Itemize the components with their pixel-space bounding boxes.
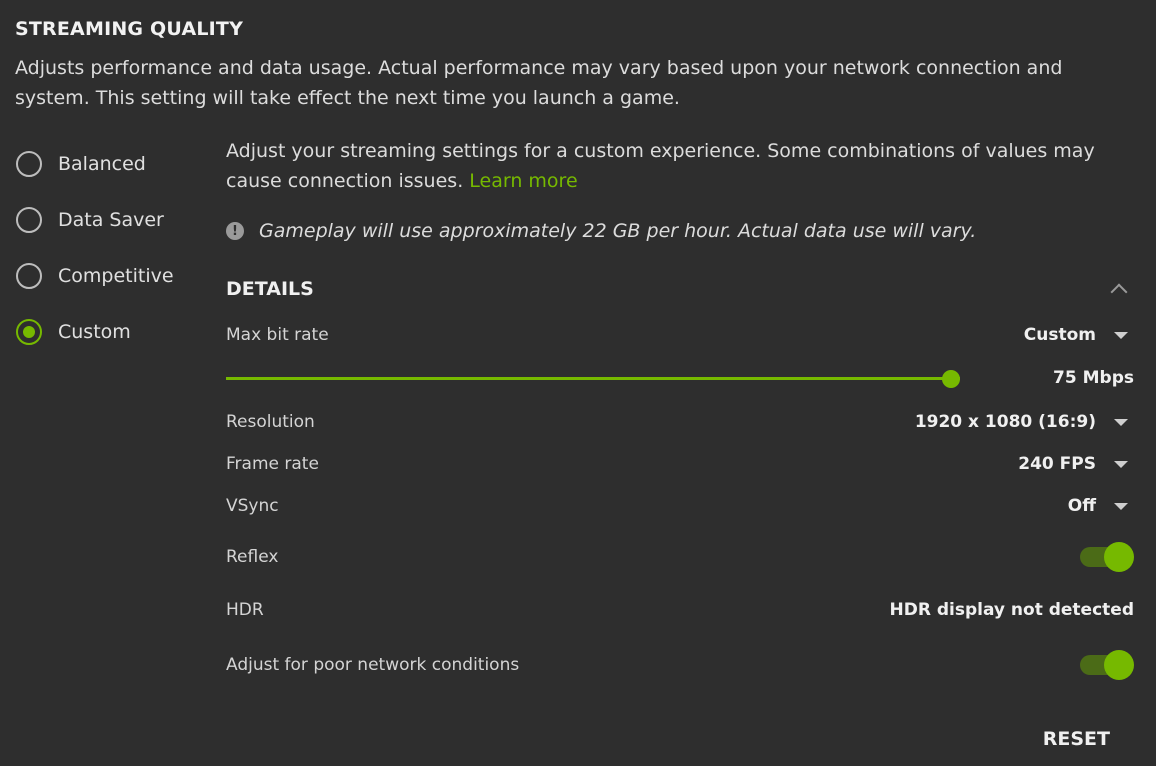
details-title: DETAILS	[226, 278, 314, 300]
preset-label: Competitive	[58, 264, 174, 287]
frame-rate-dropdown[interactable]: 240 FPS	[1018, 454, 1134, 474]
preset-data-saver[interactable]: Data Saver	[16, 192, 174, 248]
reflex-row: Reflex	[226, 542, 1134, 572]
radio-button-selected[interactable]	[16, 319, 42, 345]
max-bit-rate-label: Max bit rate	[226, 325, 329, 345]
radio-button[interactable]	[16, 263, 42, 289]
poor-network-row: Adjust for poor network conditions	[226, 650, 1134, 680]
preset-label: Custom	[58, 320, 131, 343]
poor-network-toggle[interactable]	[1080, 650, 1134, 680]
section-title: STREAMING QUALITY	[15, 18, 244, 40]
preset-radio-group: Balanced Data Saver Competitive Custom	[16, 136, 174, 360]
reset-button[interactable]: RESET	[1043, 728, 1110, 750]
section-description: Adjusts performance and data usage. Actu…	[15, 57, 1063, 109]
slider-thumb[interactable]	[942, 370, 960, 388]
chevron-down-icon	[1114, 502, 1128, 510]
learn-more-link[interactable]: Learn more	[469, 170, 577, 192]
max-bit-rate-value: Custom	[1023, 325, 1096, 345]
frame-rate-label: Frame rate	[226, 454, 319, 474]
radio-button[interactable]	[16, 207, 42, 233]
chevron-down-icon	[1114, 418, 1128, 426]
chevron-down-icon	[1114, 460, 1128, 468]
preset-competitive[interactable]: Competitive	[16, 248, 174, 304]
vsync-row: VSync Off	[226, 496, 1134, 516]
preset-label: Balanced	[58, 152, 146, 175]
chevron-up-icon[interactable]	[1110, 283, 1128, 301]
chevron-down-icon	[1114, 331, 1128, 339]
max-bit-rate-row: Max bit rate Custom	[226, 325, 1134, 345]
max-bit-rate-dropdown[interactable]: Custom	[1024, 325, 1134, 345]
custom-description-text: Adjust your streaming settings for a cus…	[226, 140, 1095, 192]
hdr-label: HDR	[226, 600, 264, 620]
details-header[interactable]: DETAILS	[226, 278, 1131, 301]
notice-text: Gameplay will use approximately 22 GB pe…	[259, 220, 977, 242]
bit-rate-slider[interactable]	[226, 370, 960, 388]
resolution-value: 1920 x 1080 (16:9)	[914, 412, 1096, 432]
data-usage-notice: ! Gameplay will use approximately 22 GB …	[226, 220, 976, 242]
resolution-row: Resolution 1920 x 1080 (16:9)	[226, 412, 1134, 432]
reflex-toggle[interactable]	[1080, 542, 1134, 572]
slider-track	[226, 377, 960, 380]
poor-network-label: Adjust for poor network conditions	[226, 655, 520, 675]
reflex-label: Reflex	[226, 547, 279, 567]
preset-custom[interactable]: Custom	[16, 304, 174, 360]
radio-button[interactable]	[16, 151, 42, 177]
toggle-knob	[1104, 542, 1134, 572]
vsync-dropdown[interactable]: Off	[1068, 496, 1134, 516]
resolution-dropdown[interactable]: 1920 x 1080 (16:9)	[915, 412, 1134, 432]
vsync-label: VSync	[226, 496, 279, 516]
vsync-value: Off	[1067, 496, 1096, 516]
info-icon: !	[226, 222, 244, 240]
preset-balanced[interactable]: Balanced	[16, 136, 174, 192]
resolution-label: Resolution	[226, 412, 315, 432]
toggle-knob	[1104, 650, 1134, 680]
bit-rate-value: 75 Mbps	[1053, 368, 1134, 388]
hdr-row: HDR HDR display not detected	[226, 600, 1134, 620]
streaming-quality-panel: STREAMING QUALITY Adjusts performance an…	[0, 0, 1156, 766]
frame-rate-row: Frame rate 240 FPS	[226, 454, 1134, 474]
custom-description: Adjust your streaming settings for a cus…	[226, 136, 1106, 196]
hdr-status: HDR display not detected	[889, 600, 1135, 620]
preset-label: Data Saver	[58, 208, 164, 231]
frame-rate-value: 240 FPS	[1018, 454, 1096, 474]
